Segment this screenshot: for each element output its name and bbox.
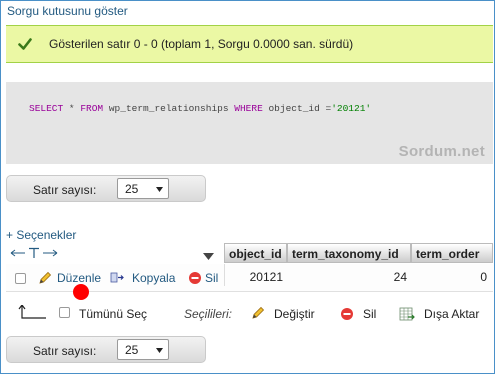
bulk-actions-bar: Tümünü Seç Seçilileri: Değiştir Sil Dışa…: [6, 298, 493, 328]
export-icon[interactable]: [399, 306, 415, 325]
check-all-checkbox[interactable]: [59, 307, 70, 318]
rows-per-page-select[interactable]: 25: [117, 178, 169, 199]
rows-per-page-value: 25: [125, 182, 139, 196]
checkmark-icon: [18, 37, 32, 51]
dropdown-arrow-icon: [156, 187, 163, 192]
column-header-term-taxonomy-id[interactable]: term_taxonomy_id: [287, 243, 411, 263]
dropdown-arrow-icon: [156, 348, 163, 353]
column-sort-arrows-icon[interactable]: [10, 247, 58, 262]
rows-per-page-bar-bottom: Satır sayısı: 25: [6, 336, 206, 363]
sql-query-box: SELECT * FROM wp_term_relationships WHER…: [6, 82, 493, 164]
column-header-label: object_id: [229, 247, 282, 261]
cell-term-taxonomy-id: 24: [393, 270, 407, 284]
sql-query-text: SELECT * FROM wp_term_relationships WHER…: [29, 103, 371, 114]
change-selected-button[interactable]: Değiştir: [274, 307, 315, 321]
rows-per-page-label: Satır sayısı:: [33, 344, 97, 358]
delete-link[interactable]: Sil: [205, 271, 218, 285]
column-header-object-id[interactable]: object_id: [224, 243, 287, 263]
sql-token: wp_term_relationships: [103, 103, 235, 114]
sql-token: *: [63, 103, 81, 114]
sql-keyword[interactable]: FROM: [80, 103, 103, 114]
cell-term-order: 0: [480, 270, 487, 284]
success-message-box: Gösterilen satır 0 - 0 (toplam 1, Sorgu …: [6, 25, 493, 63]
watermark: Sordum.net: [398, 143, 485, 160]
options-link[interactable]: + Seçenekler: [6, 228, 76, 242]
delete-icon[interactable]: [340, 307, 354, 324]
column-menu-dropdown-icon[interactable]: [203, 249, 214, 263]
copy-icon[interactable]: [110, 270, 125, 288]
export-selected-button[interactable]: Dışa Aktar: [424, 307, 479, 321]
column-header-label: term_taxonomy_id: [292, 247, 399, 261]
column-header-term-order[interactable]: term_order: [411, 243, 493, 263]
rows-per-page-bar-top: Satır sayısı: 25: [6, 175, 206, 202]
select-arrow-icon: [18, 304, 48, 324]
pencil-icon[interactable]: [250, 305, 266, 324]
pencil-icon[interactable]: [37, 270, 53, 289]
show-query-link[interactable]: Sorgu kutusunu göster: [7, 4, 128, 18]
success-message: Gösterilen satır 0 - 0 (toplam 1, Sorgu …: [49, 37, 354, 51]
rows-per-page-label: Satır sayısı:: [33, 183, 97, 197]
check-all-label[interactable]: Tümünü Seç: [79, 307, 147, 321]
sql-keyword[interactable]: WHERE: [234, 103, 263, 114]
row-checkbox[interactable]: [15, 273, 26, 284]
edit-link[interactable]: Düzenle: [57, 271, 101, 285]
delete-icon[interactable]: [188, 271, 202, 288]
selected-label: Seçilileri:: [184, 307, 233, 321]
delete-selected-button[interactable]: Sil: [363, 307, 376, 321]
rows-per-page-value: 25: [125, 343, 139, 357]
cell-object-id: 20121: [224, 264, 287, 286]
column-header-label: term_order: [416, 247, 480, 261]
sql-string: '20121': [331, 103, 372, 114]
copy-link[interactable]: Kopyala: [132, 271, 175, 285]
rows-per-page-select[interactable]: 25: [117, 339, 169, 360]
results-table-header: object_id term_taxonomy_id term_order: [6, 242, 493, 264]
sql-token: object_id =: [262, 103, 332, 114]
sql-keyword[interactable]: SELECT: [29, 103, 63, 114]
